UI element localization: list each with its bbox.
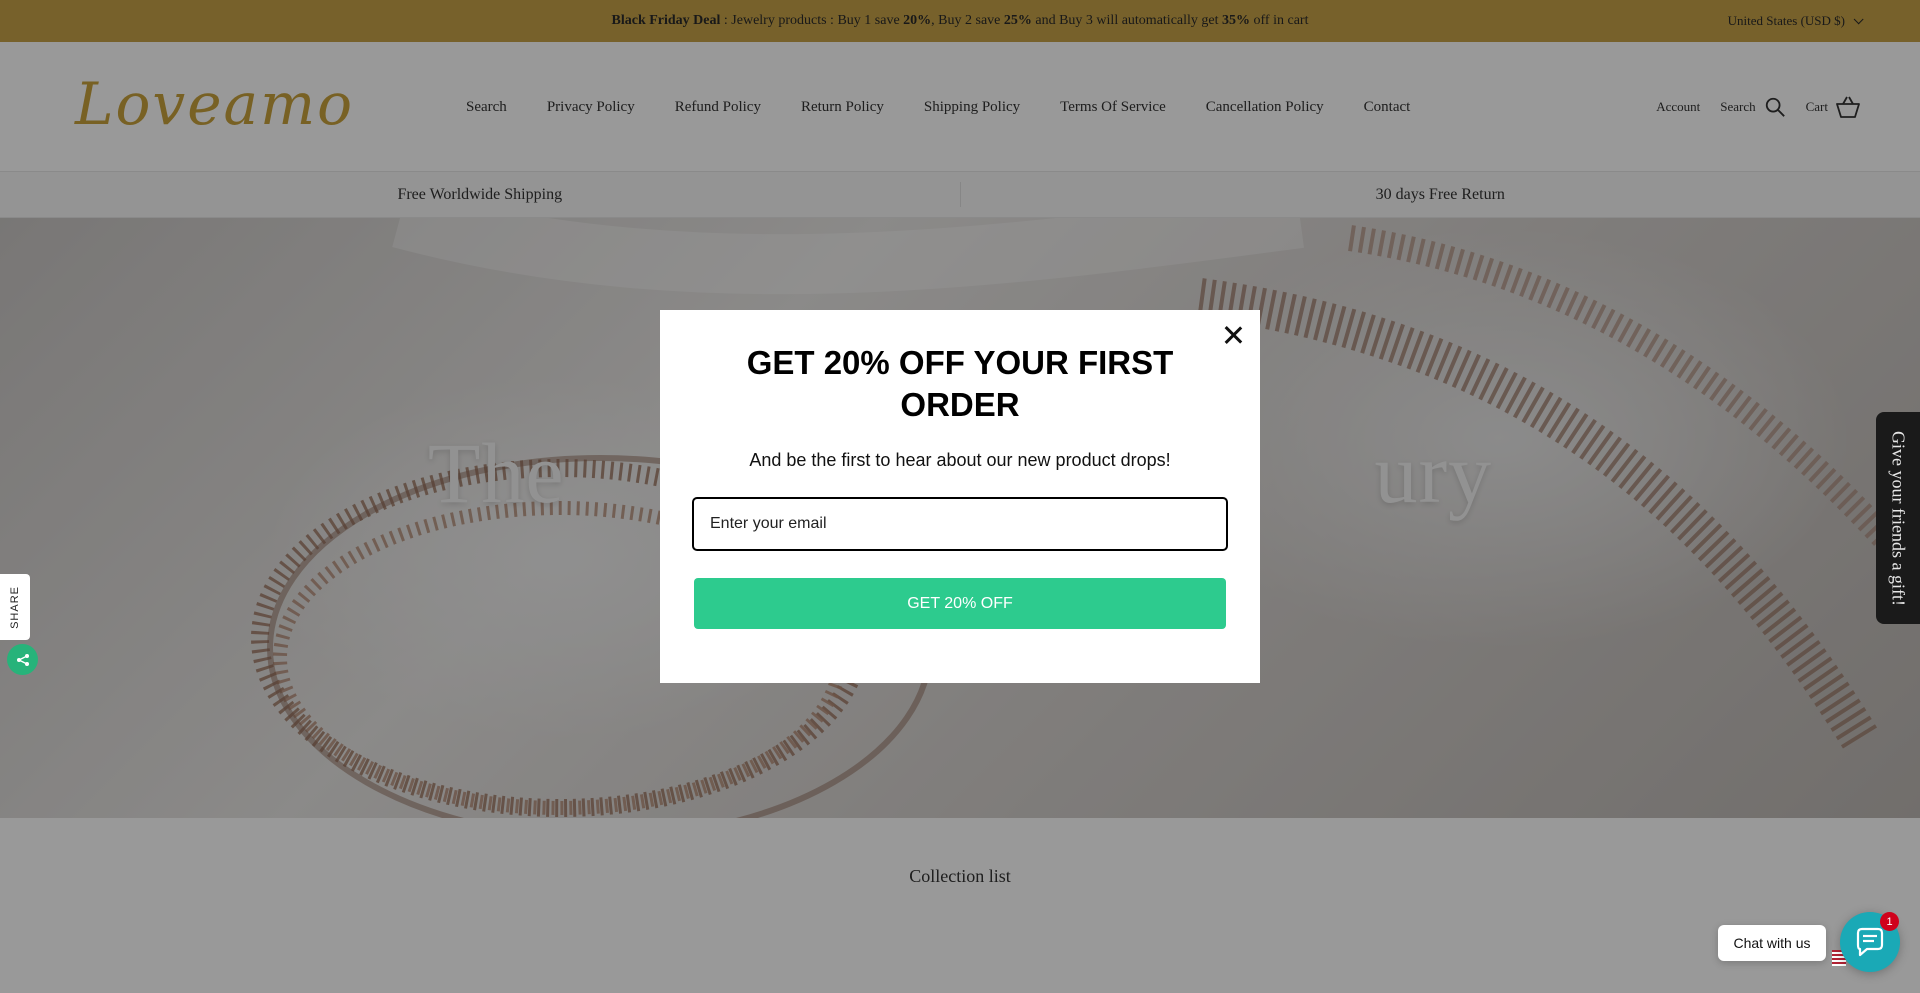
chat-label[interactable]: Chat with us	[1718, 925, 1826, 961]
discount-popup: GET 20% OFF YOUR FIRST ORDER And be the …	[660, 310, 1260, 683]
share-label: SHARE	[9, 585, 21, 629]
chat-unread-badge: 1	[1880, 912, 1899, 931]
share-button[interactable]	[7, 644, 38, 675]
gift-tab[interactable]: Give your friends a gift!	[1876, 412, 1920, 624]
gift-label: Give your friends a gift!	[1888, 430, 1909, 606]
share-icon	[16, 653, 29, 666]
popup-title: GET 20% OFF YOUR FIRST ORDER	[746, 344, 1174, 423]
get-discount-button[interactable]: GET 20% OFF	[694, 578, 1226, 629]
chat-bubble-icon	[1856, 927, 1884, 957]
share-tab[interactable]: SHARE	[0, 574, 30, 640]
popup-subtitle: And be the first to hear about our new p…	[749, 450, 1171, 470]
email-input[interactable]	[692, 497, 1228, 551]
close-icon[interactable]	[1220, 322, 1246, 348]
